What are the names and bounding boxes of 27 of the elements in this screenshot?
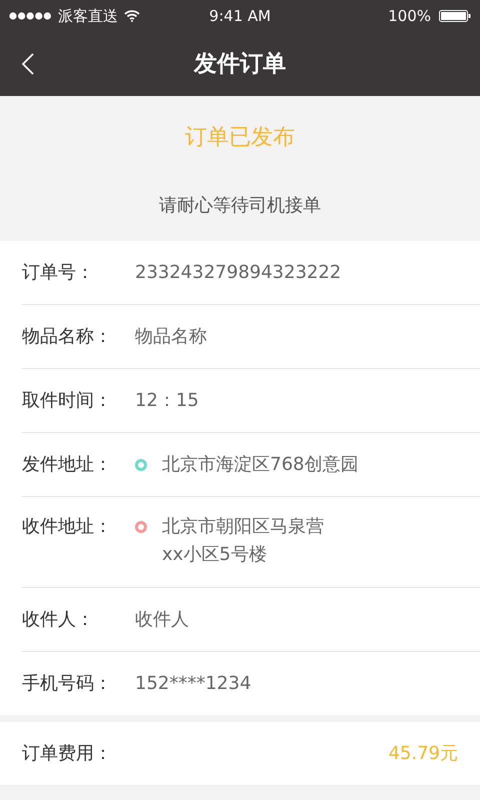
detail-label: 发件地址： <box>22 452 113 476</box>
detail-value: 233243279894323222 <box>135 261 342 285</box>
back-icon <box>22 53 34 75</box>
battery-icon <box>439 10 471 22</box>
detail-value: 12：15 <box>135 389 199 413</box>
detail-label: 手机号码： <box>22 672 113 696</box>
detail-label: 收件地址： <box>22 515 113 539</box>
fee-amount: 45.79元 <box>388 742 458 766</box>
detail-label: 取件时间： <box>22 388 113 412</box>
wifi-icon <box>124 10 140 22</box>
detail-label: 收件人： <box>22 608 95 632</box>
detail-label: 订单号： <box>22 260 95 284</box>
battery-percent: 100% <box>388 6 431 27</box>
detail-value: 物品名称 <box>135 325 207 349</box>
detail-value: 152****1234 <box>135 672 252 696</box>
wait-message: 请耐心等待司机接单 <box>159 194 321 218</box>
address-line: xx小区5号楼 <box>162 543 268 567</box>
order-status: 订单已发布 <box>185 124 295 152</box>
address-line: 北京市海淀区768创意园 <box>162 452 358 476</box>
detail-value: 收件人 <box>135 608 189 632</box>
signal-icon <box>9 12 52 20</box>
carrier-name: 派客直送 <box>58 6 118 27</box>
status-time: 9:41 AM <box>209 6 271 27</box>
detail-label: 物品名称： <box>22 324 113 348</box>
fee-label: 订单费用： <box>22 742 112 766</box>
page-title: 发件订单 <box>194 50 286 79</box>
address-line: 北京市朝阳区马泉营 <box>162 515 324 539</box>
